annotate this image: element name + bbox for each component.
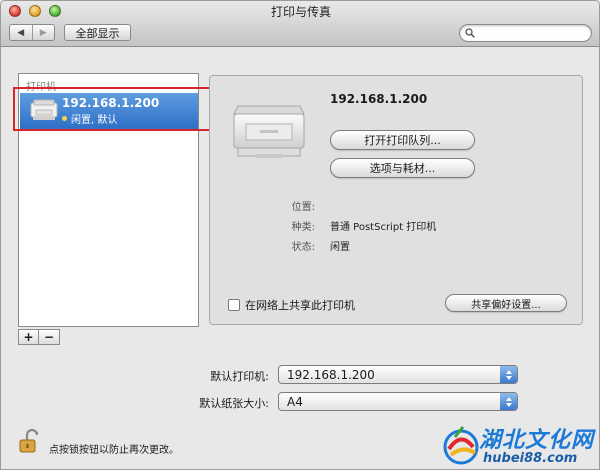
printer-list[interactable]: 打印机 192.168.1.200 闲置, 默认	[18, 73, 199, 327]
search-icon	[465, 28, 475, 38]
default-printer-label: 默认打印机:	[210, 370, 269, 383]
remove-printer-button[interactable]: −	[39, 329, 60, 345]
default-printer-value: 192.168.1.200	[287, 367, 375, 382]
status-label: 状态:	[291, 242, 315, 253]
show-all-button[interactable]: 全部显示	[64, 24, 131, 41]
location-label: 位置:	[291, 202, 315, 213]
popup-arrows-icon	[500, 393, 517, 410]
popup-arrows-icon	[500, 366, 517, 383]
back-button[interactable]: ◀	[10, 25, 32, 40]
share-printer-label: 在网络上共享此打印机	[245, 299, 355, 312]
title-bar: 打印与传真 ◀ ▶ 全部显示	[1, 1, 599, 47]
forward-arrow-icon: ▶	[39, 27, 47, 38]
status-value: 闲置	[330, 242, 350, 253]
back-arrow-icon: ◀	[17, 27, 25, 38]
open-print-queue-button[interactable]: 打开打印队列...	[330, 130, 475, 150]
back-forward-group: ◀ ▶	[9, 24, 55, 41]
site-watermark: 湖北文化网 hubei88.com	[441, 421, 599, 469]
printer-status-text: 闲置, 默认	[71, 115, 118, 126]
share-printer-option[interactable]: 在网络上共享此打印机	[228, 297, 355, 313]
printer-name: 192.168.1.200	[62, 96, 160, 110]
detail-printer-name: 192.168.1.200	[330, 92, 428, 106]
default-paper-popup[interactable]: A4	[278, 392, 518, 411]
printer-detail-panel: 192.168.1.200 打开打印队列... 选项与耗材... 位置: 种类:…	[209, 75, 583, 325]
printer-list-item[interactable]: 192.168.1.200 闲置, 默认	[20, 93, 198, 129]
lock-icon[interactable]	[19, 428, 39, 454]
printer-icon	[30, 99, 58, 120]
watermark-title: 湖北文化网	[479, 428, 595, 453]
kind-value: 普通 PostScript 打印机	[330, 222, 437, 233]
add-remove-bar: + −	[18, 329, 199, 345]
options-supplies-button[interactable]: 选项与耗材...	[330, 158, 475, 178]
site-logo-icon	[443, 426, 479, 465]
default-printer-popup[interactable]: 192.168.1.200	[278, 365, 518, 384]
printers-window: 打印与传真 ◀ ▶ 全部显示 打印机 192.168.1.200 闲置, 默认 …	[0, 0, 600, 470]
watermark-url: hubei88.com	[483, 451, 578, 466]
window-title: 打印与传真	[270, 5, 331, 19]
list-header: 打印机	[26, 82, 56, 93]
kind-label: 种类:	[291, 222, 315, 233]
sharing-preferences-button[interactable]: 共享偏好设置...	[445, 294, 567, 312]
search-field[interactable]	[459, 24, 592, 42]
default-paper-label: 默认纸张大小:	[199, 397, 269, 410]
default-paper-value: A4	[287, 394, 303, 409]
lock-hint-text: 点按锁按钮以防止再次更改。	[49, 445, 179, 456]
share-printer-checkbox[interactable]	[228, 299, 240, 311]
status-indicator-icon	[62, 116, 67, 121]
printer-large-icon	[233, 105, 305, 158]
add-printer-button[interactable]: +	[18, 329, 39, 345]
forward-button[interactable]: ▶	[31, 25, 55, 40]
printer-status: 闲置, 默认	[62, 111, 117, 126]
